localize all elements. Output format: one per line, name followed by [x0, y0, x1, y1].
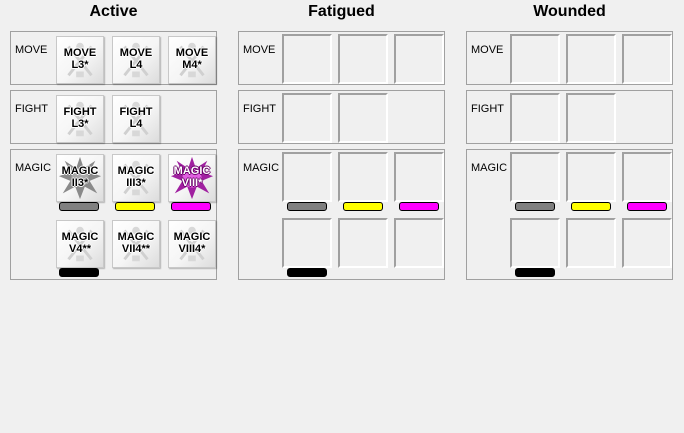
wounded-title: Wounded: [533, 3, 606, 20]
color-chit-yellow: [115, 202, 155, 211]
empty-slot[interactable]: [566, 218, 616, 268]
chip-move-l4[interactable]: MOVE L4: [112, 36, 160, 84]
empty-slot[interactable]: [566, 152, 616, 202]
color-chit-magenta: [627, 202, 667, 211]
empty-slot[interactable]: [566, 34, 616, 84]
empty-slot[interactable]: [394, 152, 444, 202]
empty-slot[interactable]: [282, 34, 332, 84]
row-label-magic: MAGIC: [243, 162, 280, 174]
chip-magic-v4[interactable]: MAGIC V4**: [56, 220, 104, 268]
row-label-magic: MAGIC: [15, 162, 52, 174]
empty-slot[interactable]: [622, 34, 672, 84]
empty-slot[interactable]: [282, 152, 332, 202]
row-label-move: MOVE: [15, 44, 48, 56]
row-label-move: MOVE: [243, 44, 276, 56]
color-chit-magenta: [399, 202, 439, 211]
empty-slot[interactable]: [566, 93, 616, 143]
row-label-fight: FIGHT: [471, 103, 504, 115]
empty-slot[interactable]: [282, 218, 332, 268]
empty-slot[interactable]: [510, 152, 560, 202]
chip-label: MAGIC V4**: [61, 231, 99, 255]
chip-fight-l4[interactable]: FIGHT L4: [112, 95, 160, 143]
color-chit-yellow: [571, 202, 611, 211]
wounded-fight-panel: FIGHT: [466, 90, 673, 144]
chip-label: MAGIC VII4**: [117, 231, 155, 255]
chip-label: MAGIC III3*: [117, 165, 155, 189]
color-chit-gray: [287, 202, 327, 211]
fatigued-fight-panel: FIGHT: [238, 90, 445, 144]
empty-slot[interactable]: [510, 34, 560, 84]
color-chit-gray: [59, 202, 99, 211]
active-move-panel: MOVE MOVE L3* MOVE L4 MOVE M4*: [10, 31, 217, 85]
chip-label: MAGIC VIII*: [173, 165, 211, 189]
empty-slot[interactable]: [338, 34, 388, 84]
chip-label: MOVE M4*: [175, 47, 209, 71]
color-chit-black: [515, 268, 555, 277]
chip-move-m4[interactable]: MOVE M4*: [168, 36, 216, 84]
wounded-magic-panel: MAGIC: [466, 149, 673, 280]
color-chit-black: [59, 268, 99, 277]
fatigued-magic-panel: MAGIC: [238, 149, 445, 280]
color-chit-yellow: [343, 202, 383, 211]
color-chit-magenta: [171, 202, 211, 211]
empty-slot[interactable]: [510, 218, 560, 268]
chip-fight-l3[interactable]: FIGHT L3*: [56, 95, 104, 143]
chip-magic-iii3[interactable]: MAGIC III3*: [112, 154, 160, 202]
empty-slot[interactable]: [622, 152, 672, 202]
empty-slot[interactable]: [394, 218, 444, 268]
empty-slot[interactable]: [282, 93, 332, 143]
active-title: Active: [89, 3, 138, 20]
chip-label: FIGHT L4: [119, 106, 153, 130]
row-label-fight: FIGHT: [243, 103, 276, 115]
color-chit-black: [287, 268, 327, 277]
empty-slot[interactable]: [622, 218, 672, 268]
wounded-move-panel: MOVE: [466, 31, 673, 85]
chip-label: MAGIC VIII4*: [173, 231, 211, 255]
fatigued-move-panel: MOVE: [238, 31, 445, 85]
empty-slot[interactable]: [338, 152, 388, 202]
chip-label: MOVE L3*: [63, 47, 97, 71]
color-chit-gray: [515, 202, 555, 211]
fatigued-title: Fatigued: [308, 3, 375, 20]
active-magic-panel: MAGIC MAGIC II3* MAGIC III3* MAGIC VIII*…: [10, 149, 217, 280]
row-label-magic: MAGIC: [471, 162, 508, 174]
chip-magic-vii4[interactable]: MAGIC VII4**: [112, 220, 160, 268]
chip-label: MOVE L4: [119, 47, 153, 71]
chip-label: MAGIC II3*: [61, 165, 99, 189]
empty-slot[interactable]: [394, 34, 444, 84]
chip-magic-viii[interactable]: MAGIC VIII*: [168, 154, 216, 202]
active-fight-panel: FIGHT FIGHT L3* FIGHT L4: [10, 90, 217, 144]
empty-slot[interactable]: [338, 93, 388, 143]
chip-move-l3[interactable]: MOVE L3*: [56, 36, 104, 84]
row-label-move: MOVE: [471, 44, 504, 56]
chip-label: FIGHT L3*: [63, 106, 97, 130]
empty-slot[interactable]: [510, 93, 560, 143]
empty-slot[interactable]: [338, 218, 388, 268]
chip-magic-ii3[interactable]: MAGIC II3*: [56, 154, 104, 202]
row-label-fight: FIGHT: [15, 103, 48, 115]
chip-magic-viii4[interactable]: MAGIC VIII4*: [168, 220, 216, 268]
